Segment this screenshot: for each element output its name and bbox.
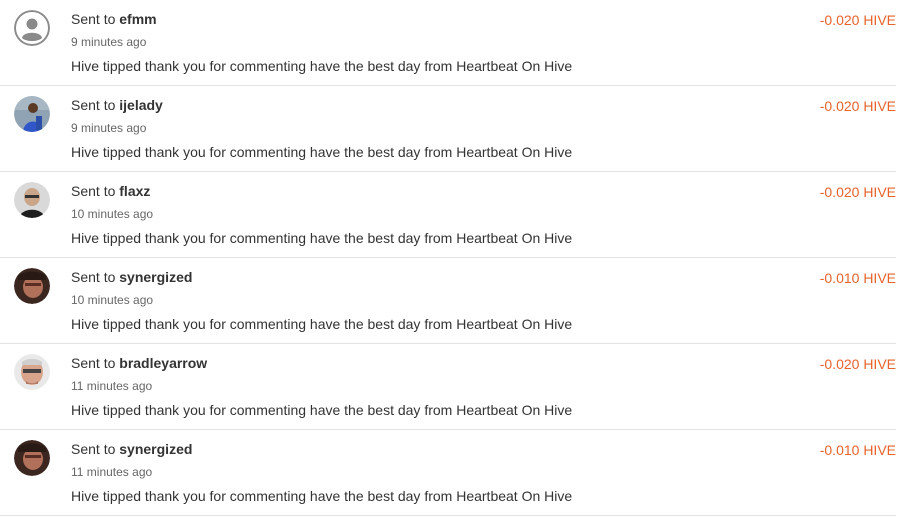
recipient-link[interactable]: flaxz [119, 183, 150, 199]
transaction-amount: -0.020 HIVE [819, 356, 896, 372]
transaction-memo: Hive tipped thank you for commenting hav… [71, 316, 573, 332]
transaction-amount: -0.020 HIVE [819, 184, 896, 200]
transaction-row: Sent to bradleyarrow 11 minutes ago Hive… [0, 344, 896, 430]
transaction-amount: -0.010 HIVE [819, 442, 896, 458]
recipient-link[interactable]: bradleyarrow [119, 355, 207, 371]
user-avatar[interactable] [14, 354, 50, 390]
transaction-memo: Hive tipped thank you for commenting hav… [71, 402, 573, 418]
transaction-list: Sent to efmm 9 minutes ago Hive tipped t… [0, 0, 916, 518]
recipient-link[interactable]: ijelady [119, 97, 163, 113]
transaction-memo: Hive tipped thank you for commenting hav… [71, 144, 573, 160]
transaction-memo: Hive tipped thank you for commenting hav… [71, 230, 573, 246]
user-avatar[interactable] [14, 182, 50, 218]
transaction-prefix: Sent to [71, 11, 120, 27]
transaction-prefix: Sent to [71, 269, 120, 285]
transaction-time: 9 minutes ago [71, 121, 147, 135]
transaction-title: Sent to ijelady [71, 97, 163, 113]
transaction-title: Sent to bradleyarrow [71, 355, 207, 371]
transaction-prefix: Sent to [71, 183, 120, 199]
transaction-amount: -0.020 HIVE [819, 12, 896, 28]
user-avatar[interactable] [14, 96, 50, 132]
transaction-title: Sent to efmm [71, 11, 157, 27]
user-avatar[interactable] [14, 268, 50, 304]
transaction-prefix: Sent to [71, 441, 120, 457]
transaction-title: Sent to synergized [71, 269, 192, 285]
recipient-link[interactable]: synergized [119, 441, 192, 457]
transaction-time: 10 minutes ago [71, 207, 154, 221]
recipient-link[interactable]: efmm [119, 11, 156, 27]
transaction-title: Sent to flaxz [71, 183, 150, 199]
transaction-time: 11 minutes ago [71, 379, 153, 393]
transaction-row: Sent to flaxz 10 minutes ago Hive tipped… [0, 172, 896, 258]
user-avatar[interactable] [14, 440, 50, 476]
transaction-row: Sent to efmm 9 minutes ago Hive tipped t… [0, 0, 896, 86]
transaction-memo: Hive tipped thank you for commenting hav… [71, 58, 573, 74]
transaction-time: 11 minutes ago [71, 465, 153, 479]
transaction-title: Sent to synergized [71, 441, 192, 457]
transaction-amount: -0.020 HIVE [819, 98, 896, 114]
transaction-prefix: Sent to [71, 355, 120, 371]
transaction-row: Sent to synergized 11 minutes ago Hive t… [0, 430, 896, 516]
transaction-memo: Hive tipped thank you for commenting hav… [71, 488, 573, 504]
transaction-prefix: Sent to [71, 97, 120, 113]
transaction-row: Sent to ijelady 9 minutes ago Hive tippe… [0, 86, 896, 172]
transaction-amount: -0.010 HIVE [819, 270, 896, 286]
transaction-time: 10 minutes ago [71, 293, 154, 307]
transaction-row: Sent to synergized 10 minutes ago Hive t… [0, 258, 896, 344]
recipient-link[interactable]: synergized [119, 269, 192, 285]
default-user-icon[interactable] [14, 10, 50, 46]
transaction-time: 9 minutes ago [71, 35, 147, 49]
